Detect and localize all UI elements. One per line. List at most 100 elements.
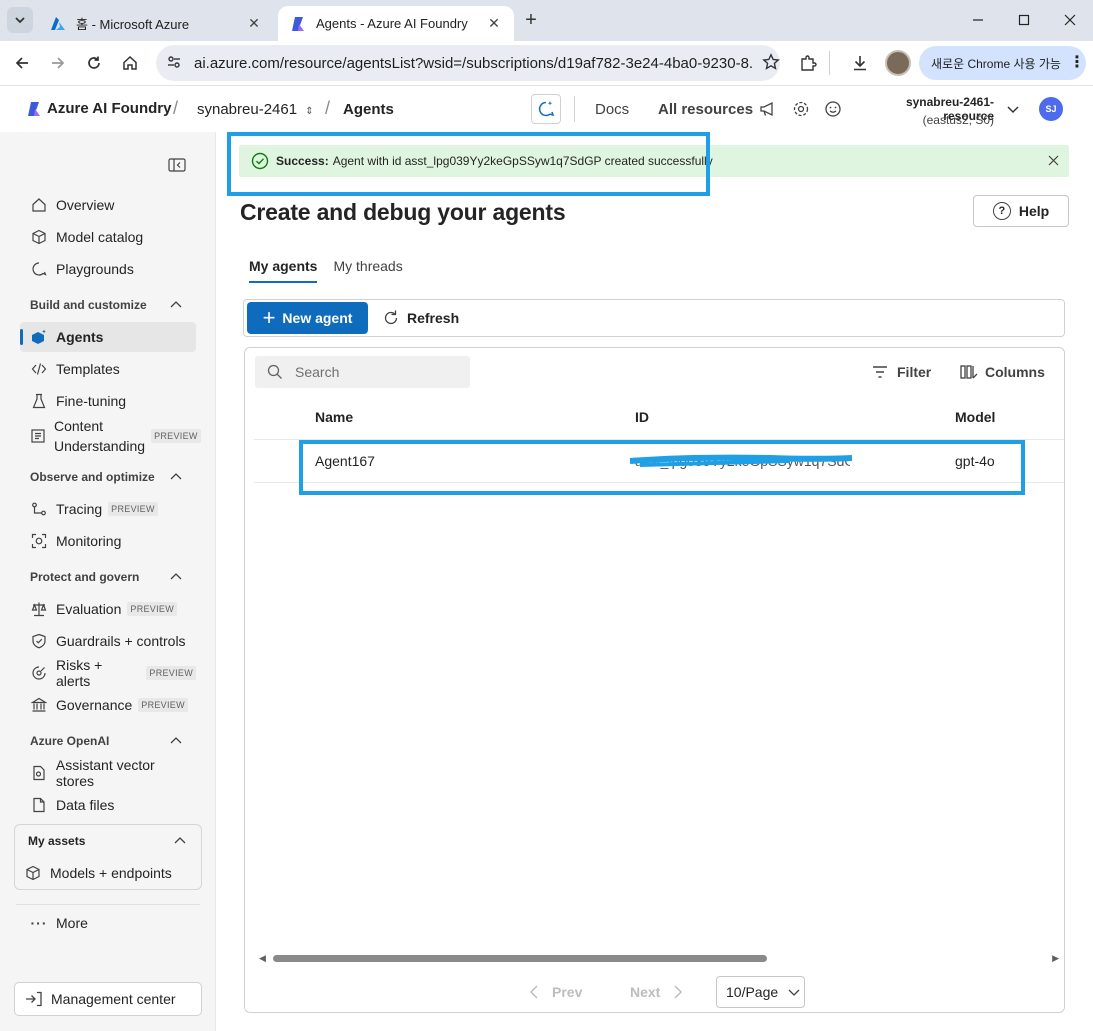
chevron-down-icon [1007, 106, 1019, 114]
next-page-button[interactable]: Next [630, 984, 684, 1000]
help-button[interactable]: ? Help [973, 195, 1069, 227]
section-observe-and-optimize[interactable]: Observe and optimize [30, 467, 190, 487]
chrome-update-button[interactable]: 새로운 Chrome 사용 가능 ⋮ [919, 46, 1086, 80]
management-center-button[interactable]: Management center [14, 982, 202, 1016]
star-icon[interactable] [762, 52, 780, 74]
new-agent-label: New agent [282, 310, 353, 326]
new-tab-button[interactable]: + [520, 9, 542, 31]
column-header-model[interactable]: Model [955, 409, 995, 425]
scroll-right-arrow-icon[interactable]: ▶ [1052, 953, 1059, 964]
cube-stack-icon [30, 228, 48, 246]
user-avatar[interactable]: SJ [1039, 97, 1063, 121]
dismiss-notification-button[interactable] [1045, 152, 1061, 168]
agent-tabs: My agents My threads [249, 258, 419, 283]
site-info-icon[interactable] [166, 54, 182, 73]
resource-region: (eastus2, S0) [922, 113, 994, 127]
project-selector[interactable]: synabreu-2461 ⇕ [197, 101, 314, 118]
chevron-right-icon [674, 985, 683, 999]
search-field[interactable] [255, 356, 470, 388]
minimize-button[interactable] [966, 8, 990, 32]
announcements-button[interactable] [757, 98, 779, 120]
downloads-button[interactable] [846, 49, 874, 77]
column-header-id[interactable]: ID [635, 409, 649, 425]
refresh-button[interactable]: Refresh [382, 309, 459, 327]
breadcrumb-current: Agents [343, 101, 394, 118]
close-icon [1064, 14, 1076, 26]
page-size-dropdown[interactable]: 10/Page [716, 976, 805, 1008]
address-bar[interactable]: ai.azure.com/resource/agentsList?wsid=/s… [156, 45, 780, 81]
copilot-button[interactable] [531, 94, 561, 124]
sidebar-item-guardrails[interactable]: Guardrails + controls [20, 626, 196, 656]
sidebar-item-governance[interactable]: Governance PREVIEW [20, 690, 196, 720]
docs-link[interactable]: Docs [595, 101, 629, 118]
annotation-highlight-row [299, 440, 1025, 495]
close-icon[interactable]: ✕ [246, 15, 262, 32]
new-agent-button[interactable]: + New agent [247, 302, 368, 334]
sidebar-item-evaluation[interactable]: Evaluation PREVIEW [20, 594, 196, 624]
sidebar-item-playgrounds[interactable]: Playgrounds [20, 254, 196, 284]
scroll-left-arrow-icon[interactable]: ◀ [259, 953, 266, 964]
more-vert-icon: ⋮ [1068, 54, 1085, 71]
feedback-button[interactable] [822, 98, 844, 120]
column-header-name[interactable]: Name [315, 409, 353, 425]
sidebar-item-label: Templates [56, 361, 120, 377]
document-icon [30, 796, 48, 814]
help-label: Help [1018, 203, 1050, 219]
trace-icon [30, 500, 48, 518]
sidebar-item-content-understanding[interactable]: Content Understanding PREVIEW [20, 416, 201, 456]
all-resources-link[interactable]: All resources [658, 101, 753, 118]
prev-page-button[interactable]: Prev [528, 984, 582, 1000]
sidebar-item-monitoring[interactable]: Monitoring [20, 526, 196, 556]
section-protect-and-govern[interactable]: Protect and govern [30, 567, 190, 587]
scrollbar-thumb[interactable] [273, 955, 767, 962]
tab-my-threads[interactable]: My threads [333, 258, 402, 283]
search-icon [267, 364, 282, 379]
section-my-assets[interactable]: My assets [28, 831, 188, 851]
sidebar-item-models-endpoints[interactable]: Models + endpoints [14, 858, 190, 888]
window-close-button[interactable] [1058, 8, 1082, 32]
extensions-button[interactable] [794, 49, 822, 77]
section-label: Build and customize [30, 298, 147, 312]
sidebar-item-model-catalog[interactable]: Model catalog [20, 222, 196, 252]
close-icon[interactable]: ✕ [486, 15, 502, 32]
sidebar-item-label: Monitoring [56, 533, 122, 549]
resource-switcher-button[interactable] [1002, 98, 1024, 120]
sidebar-item-overview[interactable]: Overview [20, 190, 196, 220]
browser-tab-azure-home[interactable]: 홈 - Microsoft Azure ✕ [38, 6, 274, 41]
profile-avatar[interactable] [885, 50, 911, 76]
section-label: Protect and govern [30, 570, 140, 584]
columns-button[interactable]: Columns [960, 364, 1045, 380]
collapse-sidebar-icon[interactable] [168, 158, 186, 172]
reload-button[interactable] [80, 49, 108, 77]
sidebar-item-label: Fine-tuning [56, 393, 127, 409]
tab-search-button[interactable] [7, 7, 33, 33]
agent-sparkle-icon [30, 328, 48, 346]
browser-tab-agents[interactable]: Agents - Azure AI Foundry ✕ [278, 6, 514, 41]
sidebar-item-templates[interactable]: Templates [20, 354, 196, 384]
forward-button[interactable] [44, 49, 72, 77]
columns-label: Columns [985, 364, 1045, 380]
horizontal-scrollbar[interactable]: ◀ ▶ [259, 953, 1059, 963]
section-build-and-customize[interactable]: Build and customize [30, 295, 190, 315]
sidebar-item-more[interactable]: ··· More [20, 908, 196, 938]
search-input[interactable] [295, 364, 465, 380]
sidebar-item-fine-tuning[interactable]: Fine-tuning [20, 386, 196, 416]
back-button[interactable] [8, 49, 36, 77]
document-search-icon [30, 764, 48, 782]
preview-badge: PREVIEW [127, 602, 177, 616]
filter-button[interactable]: Filter [872, 364, 931, 380]
sidebar-item-risks-alerts[interactable]: Risks + alerts PREVIEW [20, 657, 196, 689]
tab-my-agents[interactable]: My agents [249, 258, 318, 283]
home-button[interactable] [116, 49, 144, 77]
sidebar-item-tracing[interactable]: Tracing PREVIEW [20, 494, 196, 524]
sidebar-item-agents[interactable]: Agents [20, 322, 196, 352]
project-name: synabreu-2461 [197, 101, 298, 118]
chevron-up-icon [170, 301, 182, 308]
sidebar-item-assistant-vector-stores[interactable]: Assistant vector stores [20, 757, 196, 789]
brand[interactable]: Azure AI Foundry [26, 100, 171, 117]
maximize-button[interactable] [1012, 8, 1036, 32]
arrow-left-icon [15, 57, 28, 69]
sidebar-item-data-files[interactable]: Data files [20, 790, 196, 820]
section-azure-openai[interactable]: Azure OpenAI [30, 731, 190, 751]
settings-button[interactable] [790, 98, 812, 120]
